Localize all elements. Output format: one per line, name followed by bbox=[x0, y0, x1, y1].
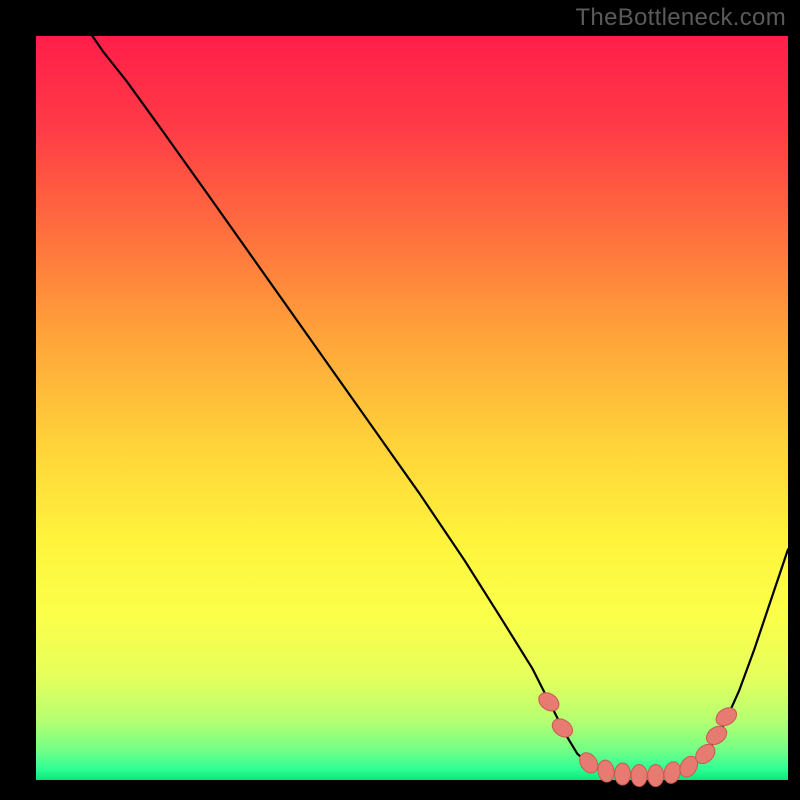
marker-dot bbox=[631, 765, 647, 787]
marker-dot bbox=[648, 765, 664, 787]
watermark-label: TheBottleneck.com bbox=[575, 4, 786, 32]
marker-dot bbox=[615, 763, 631, 785]
chart-frame: TheBottleneck.com bbox=[0, 0, 800, 800]
gradient-background bbox=[36, 36, 788, 780]
bottleneck-chart bbox=[0, 0, 800, 800]
